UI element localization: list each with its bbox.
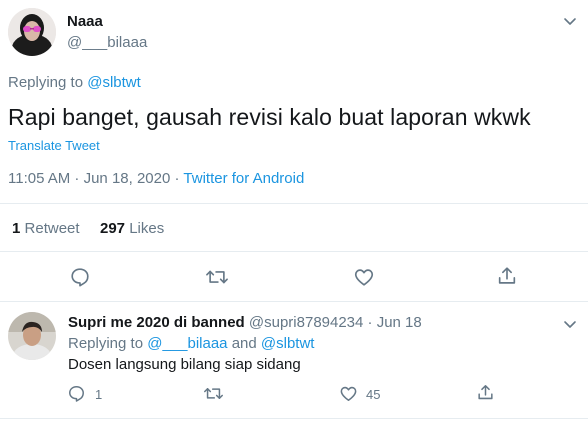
- like-icon[interactable]: [353, 266, 375, 288]
- reply-author-name[interactable]: Supri me 2020 di banned: [68, 314, 245, 331]
- reply-author-handle[interactable]: @supri87894234: [249, 314, 363, 331]
- share-icon[interactable]: [496, 265, 518, 287]
- retweet-stat[interactable]: 1 Retweet: [12, 220, 80, 237]
- like-label: Likes: [129, 220, 165, 237]
- reply-date[interactable]: · Jun 18: [368, 314, 422, 331]
- reply-author-avatar[interactable]: [8, 312, 56, 360]
- like-count: 297: [100, 220, 126, 237]
- reply-icon[interactable]: [67, 384, 86, 403]
- reply-header: Supri me 2020 di banned @supri87894234 ·…: [68, 314, 422, 331]
- divider: [0, 418, 588, 419]
- avatar-photo-icon: [8, 312, 56, 360]
- reply-text: Dosen langsung bilang siap sidang: [68, 356, 301, 373]
- share-icon[interactable]: [476, 383, 495, 402]
- replying-to-handle[interactable]: @slbtwt: [261, 335, 315, 352]
- tweet-timestamp[interactable]: 11:05 AM · Jun 18, 2020 ·: [8, 170, 183, 187]
- replying-to-handle[interactable]: @slbtwt: [87, 74, 141, 91]
- chevron-down-icon[interactable]: [563, 320, 577, 330]
- author-name[interactable]: Naaa: [67, 13, 103, 30]
- likes-stat[interactable]: 297 Likes: [100, 220, 164, 237]
- reply-icon[interactable]: [69, 266, 91, 288]
- chevron-down-icon[interactable]: [563, 17, 577, 27]
- divider: [0, 301, 588, 302]
- avatar-photo-icon: [8, 8, 56, 56]
- replying-to-label: Replying to: [68, 335, 144, 352]
- author-avatar[interactable]: [8, 8, 56, 56]
- replying-to-handle[interactable]: @___bilaaa: [147, 335, 227, 352]
- replying-to-line: Replying to @slbtwt: [8, 74, 141, 91]
- tweet-text: Rapi banget, gausah revisi kalo buat lap…: [8, 104, 531, 130]
- divider: [0, 251, 588, 252]
- divider: [0, 203, 588, 204]
- translate-tweet-link[interactable]: Translate Tweet: [8, 138, 100, 153]
- reply-replying-to-line: Replying to @___bilaaa and @slbtwt: [68, 335, 314, 352]
- like-icon[interactable]: [339, 384, 358, 403]
- author-handle[interactable]: @___bilaaa: [67, 34, 147, 51]
- retweet-count: 1: [12, 220, 21, 237]
- retweet-icon[interactable]: [205, 266, 229, 288]
- reply-like-count: 45: [366, 387, 381, 402]
- replying-to-and: and: [231, 335, 257, 352]
- tweet-meta: 11:05 AM · Jun 18, 2020 · Twitter for An…: [8, 170, 304, 187]
- retweet-label: Retweet: [24, 220, 80, 237]
- replying-to-label: Replying to: [8, 74, 84, 91]
- reply-reply-count: 1: [95, 387, 103, 402]
- retweet-icon[interactable]: [203, 384, 224, 403]
- tweet-source[interactable]: Twitter for Android: [183, 170, 304, 187]
